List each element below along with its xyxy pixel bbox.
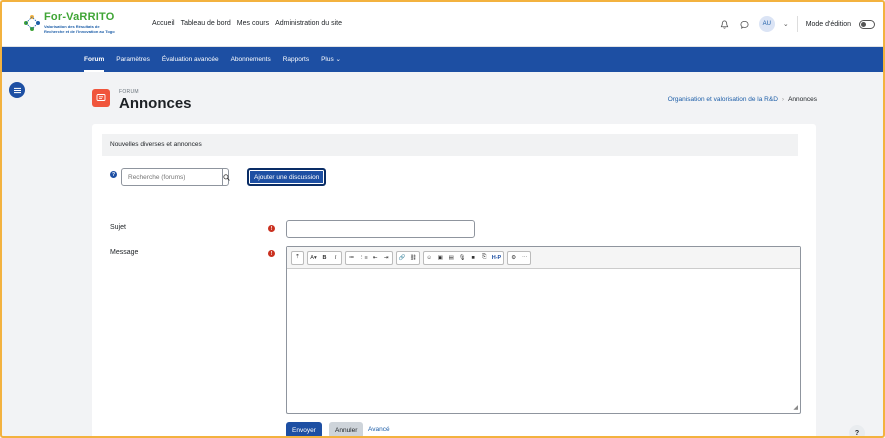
advanced-link[interactable]: Avancé <box>368 426 390 433</box>
logo-title: For-VaRRITO <box>44 11 115 23</box>
accessibility-checker-button[interactable]: ⚙ <box>508 252 519 264</box>
chevron-down-icon[interactable]: ⌄ <box>783 20 789 28</box>
more-options-button[interactable]: ⋯ <box>519 252 530 264</box>
editor-toolbar: ⤒ A▾ B I ≔ ⋮≡ ⇤ ⇥ 🔗 ⛓ ☺ ▣ ▤ 🎙 ■ ⎘ H-P ⚙ … <box>287 247 800 269</box>
forum-search <box>121 168 230 186</box>
help-button[interactable]: ? <box>849 425 865 436</box>
nav-tableau-de-bord[interactable]: Tableau de bord <box>181 20 231 27</box>
emoji-button[interactable]: ☺ <box>424 252 435 264</box>
toolbar-group-media: ☺ ▣ ▤ 🎙 ■ ⎘ H-P <box>422 250 505 265</box>
page-title: Annonces <box>119 95 192 112</box>
send-button[interactable]: Envoyer <box>286 422 322 436</box>
bold-button[interactable]: B <box>319 252 330 264</box>
tab-parametres[interactable]: Paramètres <box>116 47 150 72</box>
media-button[interactable]: ▤ <box>446 252 457 264</box>
bell-icon[interactable] <box>719 18 731 30</box>
logo-subtitle-2: Recherche et de l'Innovation au Togo <box>44 29 115 34</box>
tab-evaluation-avancee[interactable]: Évaluation avancée <box>162 47 219 72</box>
site-logo[interactable]: For-VaRRITO Valorisation des Résultats d… <box>22 11 142 39</box>
search-icon[interactable] <box>222 169 230 185</box>
unlink-button[interactable]: ⛓ <box>408 252 419 264</box>
image-button[interactable]: ▣ <box>435 252 446 264</box>
ordered-list-button[interactable]: ⋮≡ <box>357 252 370 264</box>
required-icon: ! <box>268 225 275 232</box>
manage-files-button[interactable]: ⎘ <box>479 252 490 264</box>
breadcrumb: Organisation et valorisation de la R&D ›… <box>668 96 817 103</box>
main-content: Nouvelles diverses et annonces ? Ajouter… <box>92 124 816 436</box>
chevron-right-icon: › <box>781 96 785 103</box>
edit-mode-label: Mode d'édition <box>805 20 851 28</box>
h5p-button[interactable]: H-P <box>490 252 503 264</box>
resize-handle-icon[interactable]: ◢ <box>793 404 798 411</box>
help-icon[interactable]: ? <box>110 171 117 178</box>
unordered-list-button[interactable]: ≔ <box>346 252 357 264</box>
logo-mark-icon <box>24 15 40 31</box>
course-index-toggle[interactable] <box>9 82 25 98</box>
breadcrumb-course[interactable]: Organisation et valorisation de la R&D <box>668 96 778 103</box>
toolbar-group-lists: ≔ ⋮≡ ⇤ ⇥ <box>345 250 393 265</box>
cancel-button[interactable]: Annuler <box>329 422 364 436</box>
nav-administration[interactable]: Administration du site <box>275 20 342 27</box>
list-icon <box>13 87 21 93</box>
edit-mode-toggle[interactable] <box>859 19 875 29</box>
divider <box>796 16 798 32</box>
top-navbar: For-VaRRITO Valorisation des Résultats d… <box>2 2 883 47</box>
italic-button[interactable]: I <box>330 252 341 264</box>
user-controls: AU ⌄ Mode d'édition <box>719 16 875 32</box>
add-discussion-button[interactable]: Ajouter une discussion <box>247 168 327 186</box>
nav-accueil[interactable]: Accueil <box>152 20 175 27</box>
outdent-button[interactable]: ⇤ <box>370 252 381 264</box>
required-icon: ! <box>268 250 275 257</box>
tab-forum[interactable]: Forum <box>84 47 105 72</box>
avatar[interactable]: AU <box>758 16 775 32</box>
nav-mes-cours[interactable]: Mes cours <box>237 20 269 27</box>
forum-intro: Nouvelles diverses et annonces <box>102 134 798 156</box>
breadcrumb-current: Annonces <box>788 96 817 103</box>
subject-input[interactable] <box>286 220 475 238</box>
chat-icon[interactable] <box>739 18 751 30</box>
subject-label: Sujet <box>110 224 126 231</box>
toolbar-group-expand: ⤒ <box>291 250 304 265</box>
toolbar-toggle-button[interactable]: ⤒ <box>292 252 303 264</box>
tab-rapports[interactable]: Rapports <box>283 47 309 72</box>
toolbar-group-extra: ⚙ ⋯ <box>507 250 532 265</box>
message-editor[interactable]: ⤒ A▾ B I ≔ ⋮≡ ⇤ ⇥ 🔗 ⛓ ☺ ▣ ▤ 🎙 ■ ⎘ H-P ⚙ … <box>286 246 801 414</box>
toolbar-group-links: 🔗 ⛓ <box>395 250 420 265</box>
search-input[interactable] <box>122 169 222 185</box>
tab-abonnements[interactable]: Abonnements <box>231 47 271 72</box>
secondary-nav: Forum Paramètres Évaluation avancée Abon… <box>2 47 883 72</box>
tab-plus[interactable]: Plus ⌄ <box>321 47 341 72</box>
record-audio-button[interactable]: 🎙 <box>457 252 468 264</box>
record-video-button[interactable]: ■ <box>468 252 479 264</box>
paragraph-style-button[interactable]: A▾ <box>308 252 319 264</box>
toolbar-group-format: A▾ B I <box>307 250 342 265</box>
indent-button[interactable]: ⇥ <box>381 252 392 264</box>
link-button[interactable]: 🔗 <box>397 252 408 264</box>
message-label: Message <box>110 249 139 256</box>
primary-nav: Accueil Tableau de bord Mes cours Admini… <box>152 20 342 27</box>
app-frame: For-VaRRITO Valorisation des Résultats d… <box>0 0 885 438</box>
forum-icon <box>92 89 110 107</box>
